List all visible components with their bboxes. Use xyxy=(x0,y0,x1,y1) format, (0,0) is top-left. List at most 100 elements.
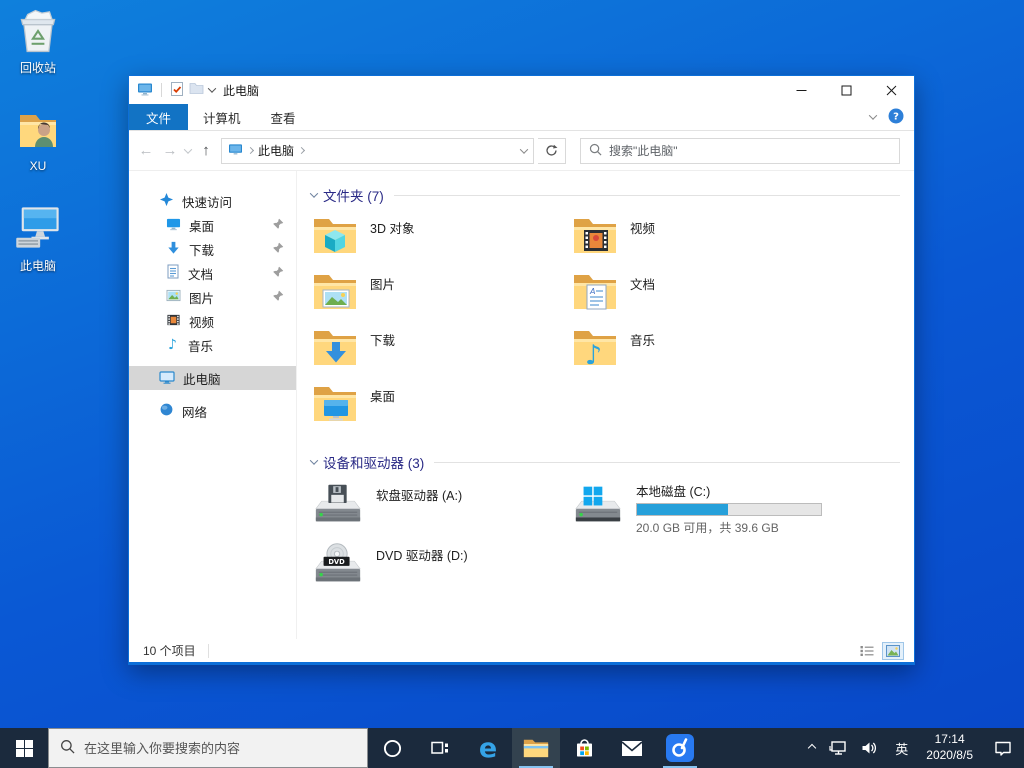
forward-icon[interactable]: → xyxy=(159,142,181,159)
desktop-icon-this-pc[interactable]: 此电脑 xyxy=(0,204,76,274)
mail-button[interactable] xyxy=(608,728,656,768)
title-bar[interactable]: 此电脑 xyxy=(129,76,914,104)
address-dropdown-chevron-icon[interactable] xyxy=(519,144,529,154)
disk-usage-text: 20.0 GB 可用，共 39.6 GB xyxy=(636,521,779,535)
mail-icon xyxy=(621,740,643,756)
dvd-drive-icon: DVD xyxy=(312,541,364,590)
tab-view[interactable]: 查看 xyxy=(256,104,311,130)
breadcrumb-chevron-icon[interactable] xyxy=(297,146,306,155)
up-icon[interactable]: ↑ xyxy=(195,142,217,159)
tray-expand-button[interactable] xyxy=(802,728,822,768)
store-button[interactable] xyxy=(560,728,608,768)
taskbar-clock[interactable]: 17:14 2020/8/5 xyxy=(917,728,982,768)
collapse-group-chevron-icon[interactable] xyxy=(309,189,319,198)
floppy-drive-icon xyxy=(312,481,364,530)
recent-locations-chevron-icon[interactable] xyxy=(183,144,193,154)
quick-access-star-icon xyxy=(159,192,174,210)
drive-tile-local-c[interactable]: 本地磁盘 (C:) 20.0 GB 可用，共 39.6 GB xyxy=(572,481,832,541)
sidebar-item-pictures[interactable]: 图片 xyxy=(129,285,296,309)
expand-ribbon-chevron-icon[interactable] xyxy=(868,111,878,120)
sidebar-item-quick-access[interactable]: 快速访问 xyxy=(129,189,296,213)
action-center-button[interactable] xyxy=(982,728,1024,768)
system-tray: 英 17:14 2020/8/5 xyxy=(802,728,1024,768)
desktop-icon-user-folder[interactable]: XU xyxy=(0,108,76,173)
search-icon xyxy=(589,143,602,159)
details-view-button[interactable] xyxy=(856,642,878,660)
file-explorer-button[interactable] xyxy=(512,728,560,768)
sidebar-item-videos[interactable]: 视频 xyxy=(129,309,296,333)
properties-icon[interactable] xyxy=(170,81,184,99)
desktop-folder-icon xyxy=(312,382,358,429)
3d-objects-folder-icon xyxy=(312,214,358,261)
ribbon-tabs: 文件 计算机 查看 ? xyxy=(129,104,914,131)
customize-qat-chevron-icon[interactable] xyxy=(207,84,217,93)
minimize-button[interactable] xyxy=(779,76,824,104)
explorer-search-box[interactable] xyxy=(580,137,900,164)
address-bar[interactable]: 此电脑 xyxy=(221,137,534,164)
refresh-button[interactable] xyxy=(538,137,566,164)
folder-tile-videos[interactable]: 视频 xyxy=(572,214,832,270)
tab-file[interactable]: 文件 xyxy=(129,104,189,130)
music-folder-icon: ♪ xyxy=(572,326,618,373)
help-icon[interactable]: ? xyxy=(888,108,904,127)
ime-indicator[interactable]: 英 xyxy=(886,728,917,768)
disk-usage-bar xyxy=(636,503,822,516)
maximize-button[interactable] xyxy=(824,76,869,104)
volume-icon[interactable] xyxy=(854,728,886,768)
edge-button[interactable]: e xyxy=(464,728,512,768)
store-icon xyxy=(576,738,592,756)
items-count: 10 个项目 xyxy=(143,644,196,658)
status-bar: 10 个项目 xyxy=(129,639,914,662)
network-icon[interactable] xyxy=(822,728,854,768)
explorer-search-input[interactable] xyxy=(609,143,891,158)
pictures-folder-icon xyxy=(312,270,358,317)
folder-tile-3d-objects[interactable]: 3D 对象 xyxy=(312,214,572,270)
computer-icon xyxy=(228,143,243,159)
large-icons-view-button[interactable] xyxy=(882,641,904,660)
cortana-button[interactable] xyxy=(368,728,416,768)
user-folder-icon xyxy=(14,108,62,157)
drive-tile-floppy-a[interactable]: 软盘驱动器 (A:) xyxy=(312,481,572,541)
taskbar-search-input[interactable] xyxy=(84,740,356,756)
sidebar-item-this-pc[interactable]: 此电脑 xyxy=(129,366,296,390)
divider xyxy=(207,643,209,658)
todesk-icon xyxy=(666,734,694,762)
new-folder-icon[interactable] xyxy=(189,82,204,98)
folders-group-header[interactable]: 文件夹 (7) xyxy=(309,185,900,205)
task-view-button[interactable] xyxy=(416,728,464,768)
video-icon xyxy=(166,313,181,330)
back-icon[interactable]: ← xyxy=(135,142,157,159)
svg-text:?: ? xyxy=(893,111,899,122)
sidebar-item-network[interactable]: 网络 xyxy=(129,399,296,423)
breadcrumb[interactable]: 此电脑 xyxy=(258,142,294,159)
computer-icon xyxy=(137,82,153,99)
pin-icon xyxy=(273,218,284,232)
folder-tile-downloads[interactable]: 下载 xyxy=(312,326,572,382)
document-icon xyxy=(166,264,180,282)
edge-icon: e xyxy=(478,732,498,764)
breadcrumb-chevron-icon[interactable] xyxy=(246,146,255,155)
desktop-icon-recycle-bin[interactable]: 回收站 xyxy=(0,8,76,76)
this-pc-icon xyxy=(159,370,175,387)
start-button[interactable] xyxy=(0,728,48,768)
close-button[interactable] xyxy=(869,76,914,104)
devices-group-header[interactable]: 设备和驱动器 (3) xyxy=(309,452,900,472)
folder-tile-desktop[interactable]: 桌面 xyxy=(312,382,572,438)
drive-tile-dvd-d[interactable]: DVD DVD 驱动器 (D:) xyxy=(312,541,572,601)
navigation-pane: 快速访问 桌面 下载 文档 图片 视频 ♪ 音乐 此电脑 网络 xyxy=(129,171,297,639)
folder-tile-pictures[interactable]: 图片 xyxy=(312,270,572,326)
todesk-button[interactable] xyxy=(656,728,704,768)
sidebar-item-music[interactable]: ♪ 音乐 xyxy=(129,333,296,357)
sidebar-item-documents[interactable]: 文档 xyxy=(129,261,296,285)
tab-computer[interactable]: 计算机 xyxy=(188,104,256,130)
sidebar-item-downloads[interactable]: 下载 xyxy=(129,237,296,261)
quick-access-toolbar xyxy=(129,81,217,99)
taskbar-search-box[interactable] xyxy=(48,728,368,768)
folder-tile-music[interactable]: ♪ 音乐 xyxy=(572,326,832,382)
pin-icon xyxy=(273,242,284,256)
collapse-group-chevron-icon[interactable] xyxy=(309,456,319,465)
recycle-bin-icon xyxy=(15,8,61,57)
picture-icon xyxy=(166,289,181,305)
folder-tile-documents[interactable]: A 文档 xyxy=(572,270,832,326)
sidebar-item-desktop[interactable]: 桌面 xyxy=(129,213,296,237)
